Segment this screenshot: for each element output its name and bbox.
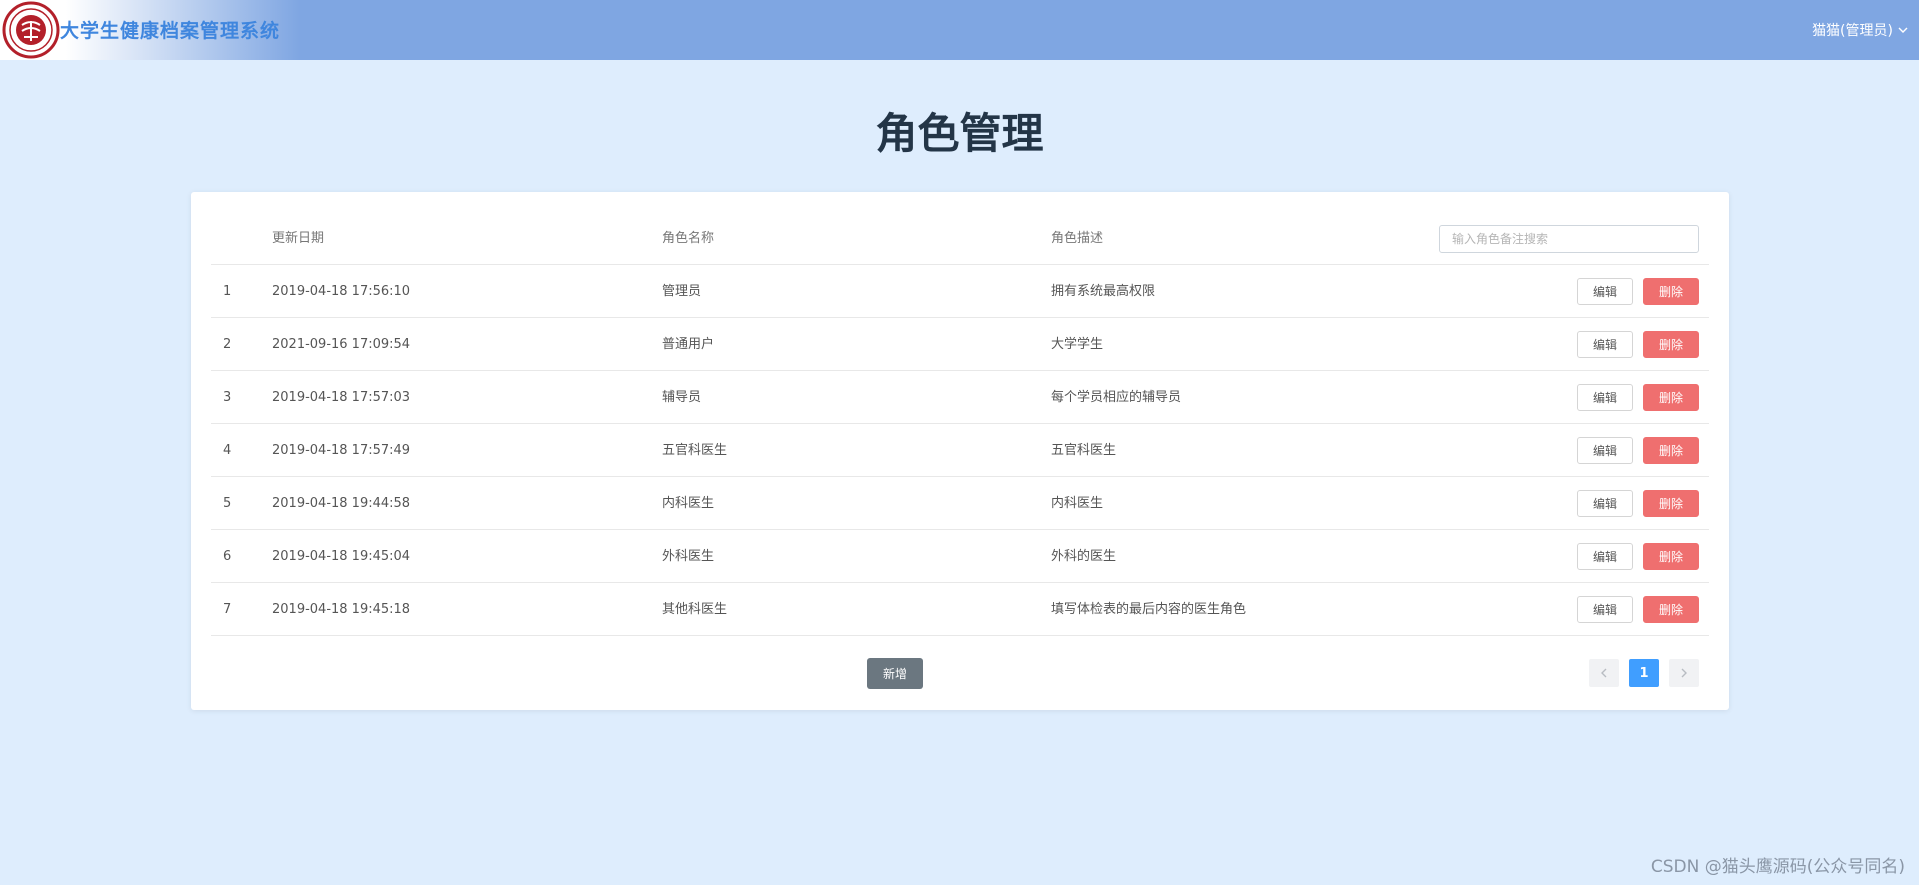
row-desc: 拥有系统最高权限 xyxy=(1051,284,1156,299)
row-index: 4 xyxy=(223,443,232,458)
row-desc: 五官科医生 xyxy=(1051,443,1117,458)
row-name: 五官科医生 xyxy=(662,443,728,458)
table-row: 6 2019-04-18 19:45:04 外科医生 外科的医生 编辑 删除 xyxy=(211,530,1709,583)
edit-button[interactable]: 编辑 xyxy=(1577,331,1633,358)
row-desc: 外科的医生 xyxy=(1051,549,1117,564)
add-role-button[interactable]: 新增 xyxy=(867,658,923,689)
row-date: 2021-09-16 17:09:54 xyxy=(272,337,411,352)
top-navbar: 大学生健康档案管理系统 猫猫(管理员) xyxy=(0,0,1919,60)
edit-button[interactable]: 编辑 xyxy=(1577,596,1633,623)
row-date: 2019-04-18 19:45:04 xyxy=(272,549,411,564)
delete-button[interactable]: 删除 xyxy=(1643,543,1699,570)
search-input[interactable] xyxy=(1439,225,1699,253)
delete-button[interactable]: 删除 xyxy=(1643,384,1699,411)
table-row: 4 2019-04-18 17:57:49 五官科医生 五官科医生 编辑 删除 xyxy=(211,424,1709,477)
header-name: 角色名称 xyxy=(662,231,715,246)
row-date: 2019-04-18 19:45:18 xyxy=(272,602,411,617)
table-row: 1 2019-04-18 17:56:10 管理员 拥有系统最高权限 编辑 删除 xyxy=(211,265,1709,318)
edit-button[interactable]: 编辑 xyxy=(1577,490,1633,517)
row-index: 7 xyxy=(223,602,232,617)
header-date: 更新日期 xyxy=(272,231,325,246)
user-menu[interactable]: 猫猫(管理员) xyxy=(1812,20,1909,40)
table-row: 5 2019-04-18 19:44:58 内科医生 内科医生 编辑 删除 xyxy=(211,477,1709,530)
edit-button[interactable]: 编辑 xyxy=(1577,543,1633,570)
row-date: 2019-04-18 17:57:03 xyxy=(272,390,411,405)
university-seal-logo xyxy=(2,1,60,59)
header-desc: 角色描述 xyxy=(1051,231,1104,246)
row-date: 2019-04-18 19:44:58 xyxy=(272,496,411,511)
next-page-button[interactable] xyxy=(1669,659,1699,687)
row-name: 管理员 xyxy=(662,284,702,299)
row-index: 1 xyxy=(223,284,232,299)
row-desc: 内科医生 xyxy=(1051,496,1104,511)
roles-card: 更新日期 角色名称 角色描述 1 2019-04-18 17:56:10 管理员… xyxy=(191,192,1729,710)
row-desc: 每个学员相应的辅导员 xyxy=(1051,390,1182,405)
row-index: 5 xyxy=(223,496,232,511)
row-name: 辅导员 xyxy=(662,390,702,405)
row-date: 2019-04-18 17:56:10 xyxy=(272,284,411,299)
page-number-current[interactable]: 1 xyxy=(1629,659,1659,687)
table-row: 2 2021-09-16 17:09:54 普通用户 大学学生 编辑 删除 xyxy=(211,318,1709,371)
user-label: 猫猫(管理员) xyxy=(1812,23,1893,39)
row-date: 2019-04-18 17:57:49 xyxy=(272,443,411,458)
row-index: 3 xyxy=(223,390,232,405)
delete-button[interactable]: 删除 xyxy=(1643,437,1699,464)
row-index: 2 xyxy=(223,337,232,352)
delete-button[interactable]: 删除 xyxy=(1643,596,1699,623)
watermark: CSDN @猫头鹰源码(公众号同名) xyxy=(1650,857,1905,877)
edit-button[interactable]: 编辑 xyxy=(1577,437,1633,464)
page-title: 角色管理 xyxy=(875,109,1044,158)
table-row: 7 2019-04-18 19:45:18 其他科医生 填写体检表的最后内容的医… xyxy=(211,583,1709,636)
app-title: 大学生健康档案管理系统 xyxy=(60,20,281,42)
brand: 大学生健康档案管理系统 xyxy=(0,0,300,60)
row-name: 外科医生 xyxy=(662,549,715,564)
edit-button[interactable]: 编辑 xyxy=(1577,278,1633,305)
row-index: 6 xyxy=(223,549,232,564)
row-desc: 大学学生 xyxy=(1051,337,1104,352)
edit-button[interactable]: 编辑 xyxy=(1577,384,1633,411)
prev-page-button[interactable] xyxy=(1589,659,1619,687)
chevron-down-icon xyxy=(1898,27,1908,33)
delete-button[interactable]: 删除 xyxy=(1643,331,1699,358)
delete-button[interactable]: 删除 xyxy=(1643,490,1699,517)
table-row: 3 2019-04-18 17:57:03 辅导员 每个学员相应的辅导员 编辑 … xyxy=(211,371,1709,424)
table-header: 更新日期 角色名称 角色描述 xyxy=(211,212,1709,265)
roles-table: 更新日期 角色名称 角色描述 1 2019-04-18 17:56:10 管理员… xyxy=(211,212,1709,636)
delete-button[interactable]: 删除 xyxy=(1643,278,1699,305)
pagination: 1 xyxy=(1589,659,1699,687)
row-name: 普通用户 xyxy=(662,337,715,352)
row-desc: 填写体检表的最后内容的医生角色 xyxy=(1051,602,1247,617)
row-name: 其他科医生 xyxy=(662,602,728,617)
chevron-left-icon xyxy=(1601,668,1607,678)
chevron-right-icon xyxy=(1681,668,1687,678)
row-name: 内科医生 xyxy=(662,496,715,511)
